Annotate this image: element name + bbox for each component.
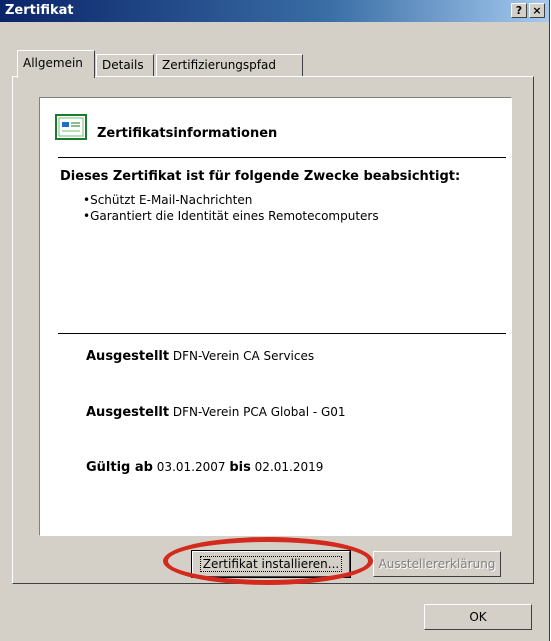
separator-middle [58,333,506,334]
valid-from-value: 03.01.2007 [156,460,226,474]
certificate-dialog: Zertifikat ? × Allgemein Details Zertifi… [0,0,550,641]
purpose-item: •Garantiert die Identität eines Remoteco… [83,209,379,223]
close-button[interactable]: × [529,3,545,18]
tab-details[interactable]: Details [96,54,154,76]
tab-certification-path[interactable]: Zertifizierungspfad [156,54,303,76]
issued-by-value: DFN-Verein PCA Global - G01 [172,405,346,419]
purpose-item: •Schützt E-Mail-Nachrichten [83,193,253,207]
valid-to-value: 02.01.2019 [254,460,324,474]
valid-from-label: Gültig ab [86,460,153,475]
certificate-icon [55,114,87,140]
separator-top [58,157,506,158]
valid-to-label: bis [229,460,251,475]
install-certificate-button[interactable]: Zertifikat installieren... [191,550,351,578]
title-bar[interactable]: Zertifikat ? × [0,0,549,22]
issued-to-label: Ausgestellt [86,349,170,364]
tab-general[interactable]: Allgemein [17,50,95,78]
purpose-title: Dieses Zertifikat ist für folgende Zweck… [60,169,461,184]
issuer-statement-button[interactable]: Ausstellererklärung [373,551,501,577]
issued-to-value: DFN-Verein CA Services [172,349,315,363]
issued-by-row: Ausgestellt DFN-Verein PCA Global - G01 [86,405,346,420]
issued-by-label: Ausgestellt [86,405,170,420]
window-title: Zertifikat [5,3,74,18]
issued-to-row: Ausgestellt DFN-Verein CA Services [86,349,314,364]
certificate-info-box: Zertifikatsinformationen Dieses Zertifik… [39,97,512,536]
validity-row: Gültig ab 03.01.2007 bis 02.01.2019 [86,460,323,475]
install-certificate-label: Zertifikat installieren... [199,556,343,572]
ok-button[interactable]: OK [424,604,532,630]
help-button[interactable]: ? [511,3,527,18]
cert-info-heading: Zertifikatsinformationen [97,126,278,141]
